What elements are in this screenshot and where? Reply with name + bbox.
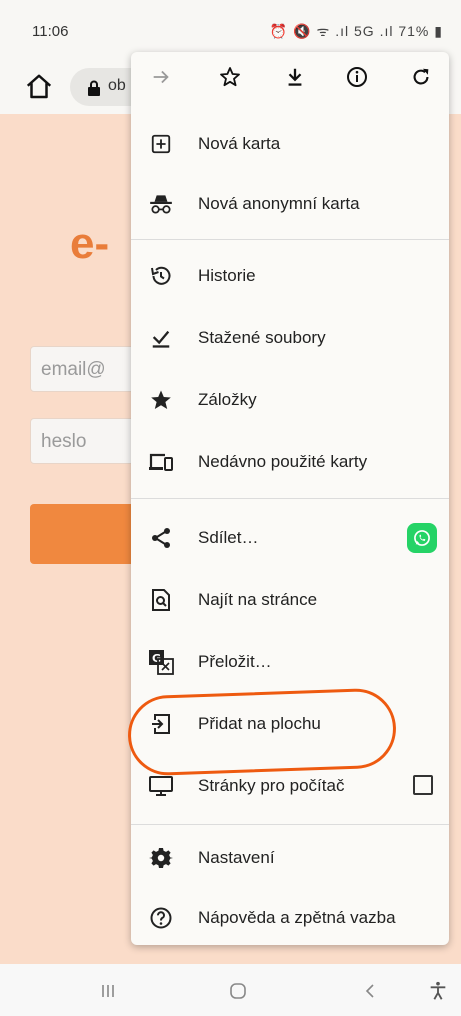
translate-icon: G	[148, 649, 174, 675]
recent-apps-icon[interactable]	[88, 976, 128, 1006]
browser-overflow-menu: Nová karta Nová anonymní karta Historie …	[131, 52, 449, 945]
battery-level: 71%	[398, 23, 430, 39]
history-icon	[148, 263, 174, 289]
status-indicators: ⏰ 🔇 ᯤ .ıl 5G .ıl	[269, 23, 394, 39]
whatsapp-icon[interactable]	[407, 523, 437, 553]
menu-top-row	[131, 52, 449, 102]
menu-item-label: Přeložit…	[198, 652, 272, 671]
menu-item-bookmarks[interactable]: Záložky	[131, 372, 449, 428]
system-nav-bar	[0, 964, 461, 1016]
desktop-site-checkbox[interactable]	[413, 775, 433, 795]
menu-item-label: Nápověda a zpětná vazba	[198, 908, 396, 927]
desktop-icon	[148, 773, 174, 799]
reload-icon[interactable]	[401, 52, 441, 102]
menu-item-new-tab[interactable]: Nová karta	[131, 116, 449, 172]
info-icon[interactable]	[337, 52, 377, 102]
home-circle-icon[interactable]	[218, 976, 258, 1006]
settings-gear-icon	[148, 845, 174, 871]
back-icon[interactable]	[350, 976, 390, 1006]
menu-item-recent-tabs[interactable]: Nedávno použité karty	[131, 434, 449, 490]
star-icon[interactable]	[210, 52, 250, 102]
menu-item-incognito-tab[interactable]: Nová anonymní karta	[131, 176, 449, 232]
highlight-annotation	[126, 687, 398, 777]
menu-item-label: Nastavení	[198, 848, 275, 867]
email-placeholder: email@	[41, 359, 106, 380]
menu-item-translate[interactable]: G Přeložit…	[131, 634, 449, 690]
downloads-icon	[148, 325, 174, 351]
find-in-page-icon	[148, 587, 174, 613]
status-icons: ⏰ 🔇 ᯤ .ıl 5G .ıl 71% ▮	[270, 22, 443, 41]
menu-item-find-in-page[interactable]: Najít na stránce	[131, 572, 449, 628]
accessibility-icon[interactable]	[418, 976, 458, 1006]
menu-item-label: Stažené soubory	[198, 328, 326, 347]
menu-item-help[interactable]: Nápověda a zpětná vazba	[131, 890, 449, 946]
password-placeholder: heslo	[41, 431, 87, 452]
new-tab-icon	[148, 131, 174, 157]
menu-item-label: Nedávno použité karty	[198, 452, 368, 471]
menu-item-label: Historie	[198, 266, 256, 285]
help-icon	[148, 905, 174, 931]
bookmarks-star-icon	[148, 387, 174, 413]
menu-item-settings[interactable]: Nastavení	[131, 830, 449, 886]
home-icon[interactable]	[24, 72, 54, 102]
menu-item-label: Nová karta	[198, 134, 281, 153]
forward-arrow-icon[interactable]	[141, 52, 181, 102]
menu-item-label: Stránky pro počítač	[198, 776, 345, 795]
url-text: ob	[108, 77, 126, 94]
recent-tabs-icon	[148, 449, 174, 475]
menu-divider	[131, 498, 449, 499]
menu-item-share[interactable]: Sdílet…	[131, 510, 449, 566]
menu-item-label: Záložky	[198, 390, 257, 409]
incognito-icon	[148, 191, 174, 217]
menu-item-label: Nová anonymní karta	[198, 194, 360, 213]
menu-item-downloads[interactable]: Stažené soubory	[131, 310, 449, 366]
menu-divider	[131, 824, 449, 825]
menu-item-label: Najít na stránce	[198, 590, 318, 609]
share-icon	[148, 525, 174, 551]
menu-item-label: Sdílet…	[198, 528, 259, 547]
page-brand: e-	[70, 219, 110, 268]
menu-item-history[interactable]: Historie	[131, 248, 449, 304]
download-icon[interactable]	[275, 52, 315, 102]
status-time: 11:06	[32, 23, 69, 40]
battery-icon: ▮	[434, 23, 443, 39]
lock-icon	[87, 80, 101, 101]
menu-divider	[131, 239, 449, 240]
